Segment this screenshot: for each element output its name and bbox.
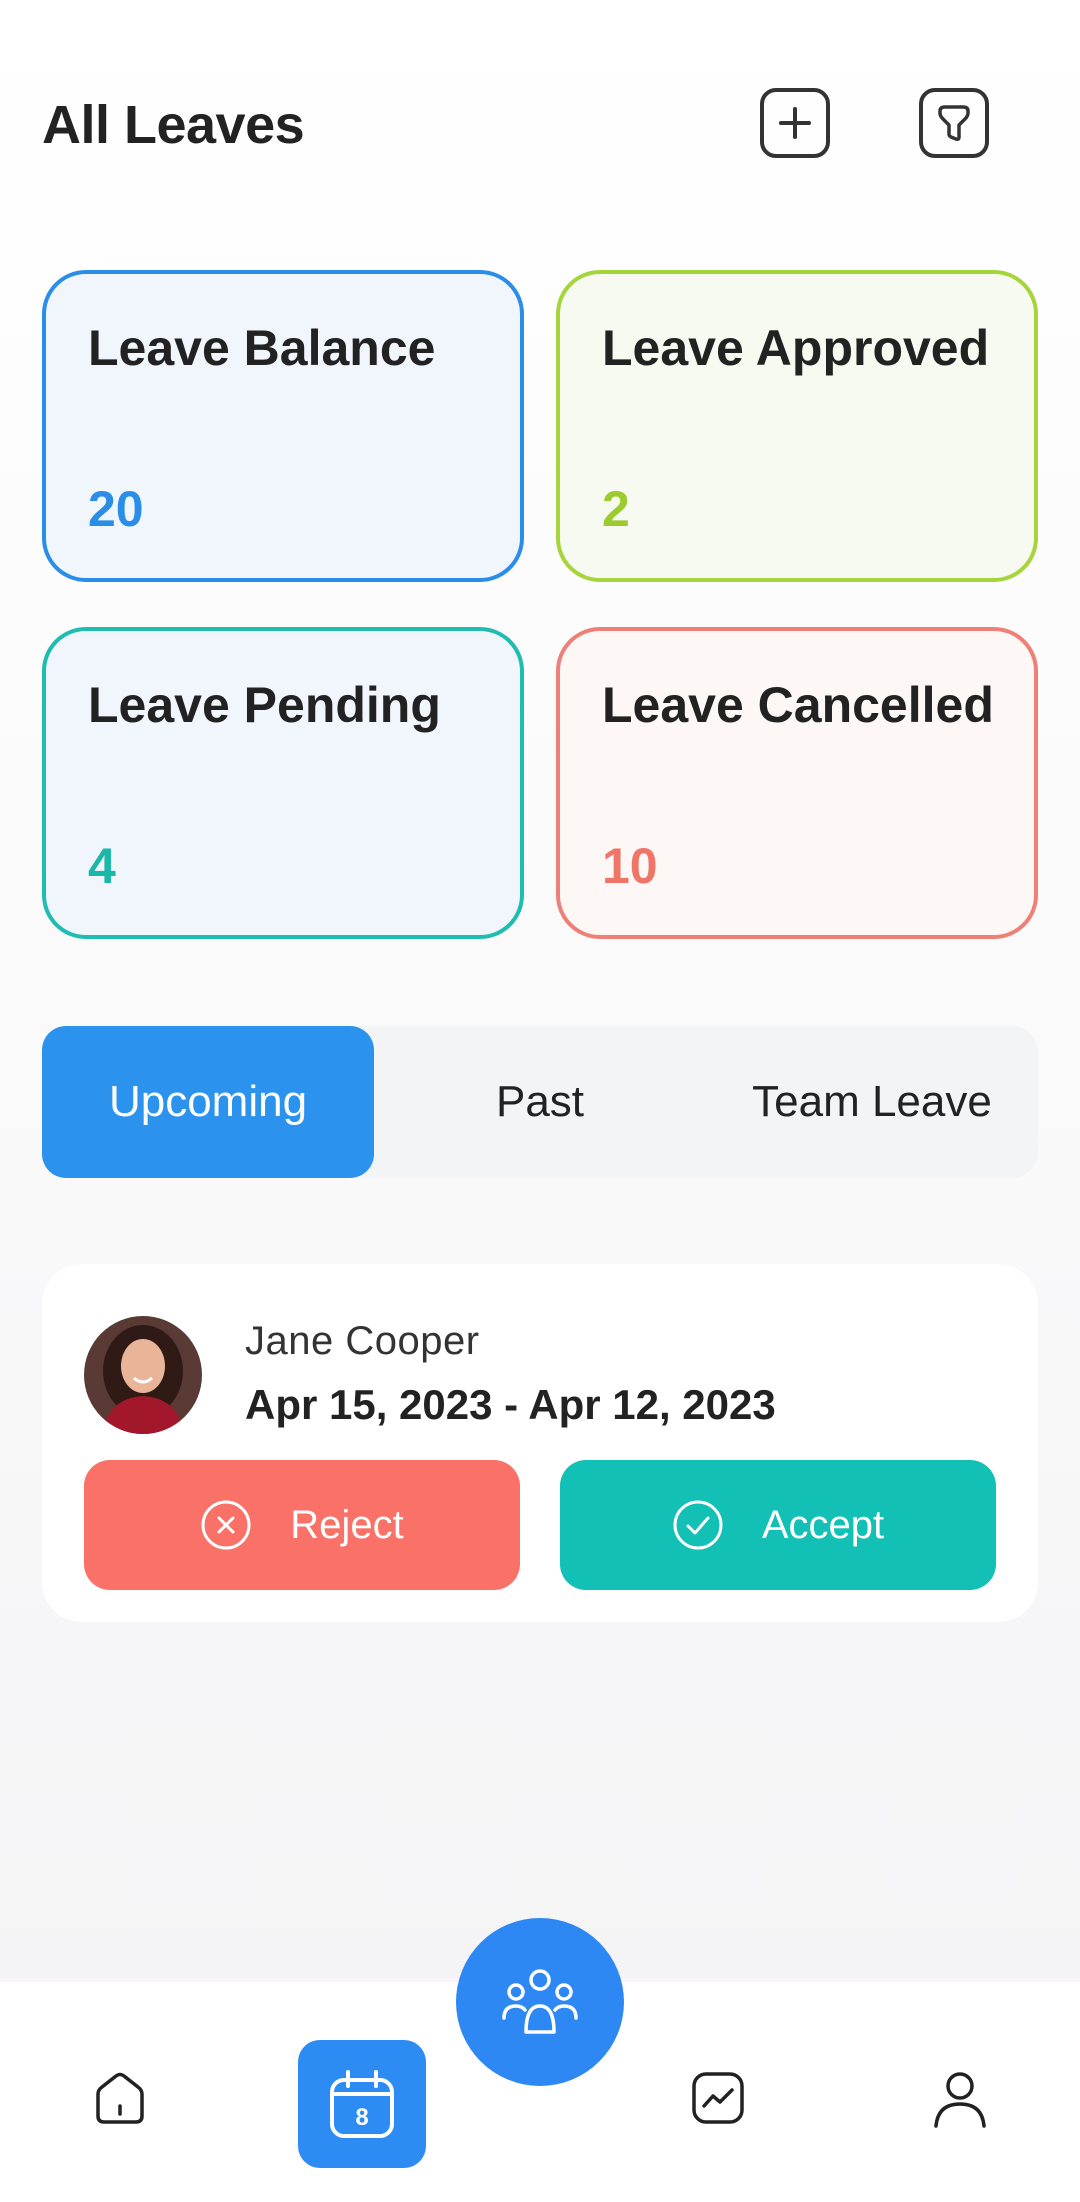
card-value: 10 <box>602 838 658 894</box>
employee-name: Jane Cooper <box>245 1319 480 1363</box>
filter-button[interactable] <box>919 88 989 158</box>
leave-request-card: Jane Cooper Apr 15, 2023 - Apr 12, 2023 … <box>42 1264 1038 1622</box>
tab-past[interactable]: Past <box>374 1026 706 1178</box>
page-title: All Leaves <box>42 95 305 155</box>
team-icon <box>502 1969 578 2034</box>
card-label: Leave Approved <box>602 320 990 376</box>
avatar <box>84 1316 202 1434</box>
filter-icon <box>938 105 970 141</box>
plus-icon <box>779 107 811 139</box>
profile-icon <box>934 2072 986 2128</box>
reject-button[interactable]: Reject <box>84 1460 520 1590</box>
leave-approved-card[interactable]: Leave Approved 2 <box>556 270 1038 582</box>
home-icon <box>96 2072 144 2124</box>
leave-cancelled-card[interactable]: Leave Cancelled 10 <box>556 627 1038 939</box>
tab-upcoming[interactable]: Upcoming <box>42 1026 374 1178</box>
accept-label: Accept <box>761 1502 885 1547</box>
leave-pending-card[interactable]: Leave Pending 4 <box>42 627 524 939</box>
check-circle-icon <box>672 1499 724 1551</box>
calendar-day: 8 <box>355 2104 368 2131</box>
leave-tabs: Upcoming Past Team Leave <box>42 1026 1038 1178</box>
calendar-icon: 8 <box>330 2070 394 2138</box>
card-value: 2 <box>602 481 630 537</box>
chart-icon <box>692 2072 744 2124</box>
card-value: 20 <box>88 481 144 537</box>
page-header: All Leaves <box>42 88 1042 160</box>
team-fab-button[interactable] <box>456 1918 624 2086</box>
card-label: Leave Balance <box>88 320 436 376</box>
card-value: 4 <box>88 838 116 894</box>
leave-balance-card[interactable]: Leave Balance 20 <box>42 270 524 582</box>
nav-analytics[interactable] <box>654 2034 782 2162</box>
leave-dates: Apr 15, 2023 - Apr 12, 2023 <box>245 1381 776 1428</box>
nav-profile[interactable] <box>896 2034 1024 2162</box>
reject-label: Reject <box>290 1502 404 1547</box>
tab-team-leave[interactable]: Team Leave <box>706 1026 1038 1178</box>
card-label: Leave Cancelled <box>602 677 994 733</box>
card-label: Leave Pending <box>88 677 441 733</box>
close-circle-icon <box>200 1499 252 1551</box>
add-leave-button[interactable] <box>760 88 830 158</box>
accept-button[interactable]: Accept <box>560 1460 996 1590</box>
nav-home[interactable] <box>56 2034 184 2162</box>
nav-calendar[interactable]: 8 <box>298 2040 426 2168</box>
